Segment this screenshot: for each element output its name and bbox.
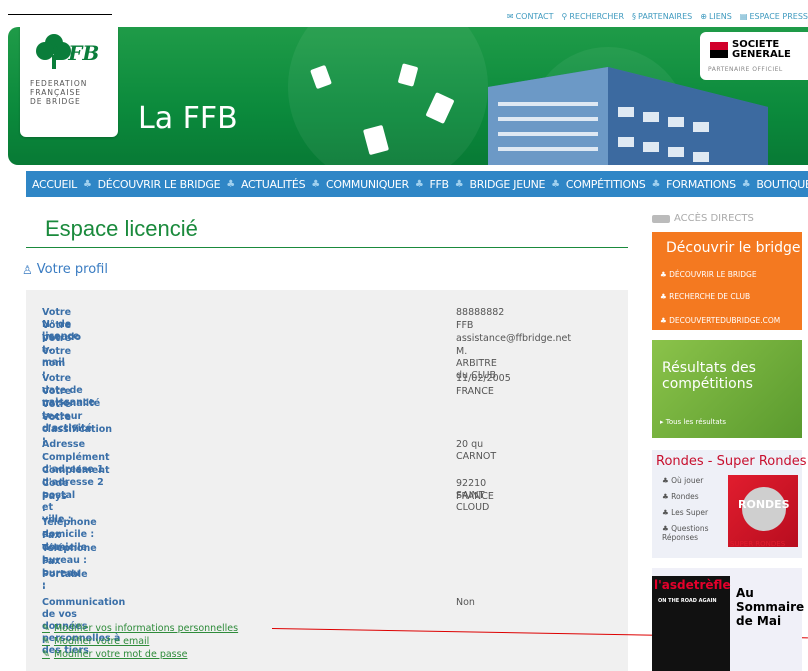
rondes-image [728, 475, 798, 547]
nav-actualites[interactable]: ACTUALITÉS [241, 178, 306, 191]
ffb-logo[interactable]: FFB FEDERATION FRANÇAISE DE BRIDGE [20, 27, 118, 137]
top-links: ✉ CONTACT ⚲ RECHERCHER § PARTENAIRES ⊕ LIENS… [507, 12, 808, 21]
super-rondes-label: SUPER RONDES [730, 540, 786, 548]
magazine-box[interactable]: l'asdetrèfle ON THE ROAD AGAIN Au Sommai… [652, 568, 805, 671]
club-icon: ♣ [226, 178, 235, 190]
resultats-box[interactable]: Résultats des compétitions ▸ Tous les ré… [652, 340, 802, 438]
press-icon: ▤ [739, 12, 748, 21]
top-link-contact[interactable]: ✉ CONTACT [507, 12, 554, 21]
club-icon: ♣ [82, 178, 92, 190]
nav-bridge-jeune[interactable]: BRIDGE JEUNE [469, 178, 545, 191]
sponsor-subtitle: PARTENAIRE OFFICIEL [708, 66, 783, 73]
section-heading: ♙ Votre profil [22, 262, 108, 277]
main-nav: ACCUEIL ♣ DÉCOUVRIR LE BRIDGE ♣ ACTUALITÉS… [26, 171, 808, 197]
rondes-link[interactable]: ♣ Rondes [662, 492, 699, 501]
top-link-partners[interactable]: § PARTENAIRES [632, 12, 692, 21]
top-link-search[interactable]: ⚲ RECHERCHER [562, 12, 625, 21]
nav-communiquer[interactable]: COMMUNIQUER [326, 178, 409, 191]
top-link-links[interactable]: ⊕ LIENS [700, 12, 732, 21]
header-banner: SOCIETE GENERALE PARTENAIRE OFFICIEL FFB … [8, 27, 808, 165]
partner-icon: § [632, 12, 637, 21]
club-icon: ♣ [651, 178, 661, 190]
rondes-logo: RONDES [738, 498, 790, 511]
nav-boutique[interactable]: BOUTIQUE [756, 178, 808, 191]
sponsor-logo[interactable]: SOCIETE GENERALE PARTENAIRE OFFICIEL [700, 32, 808, 80]
links-icon: ⊕ [700, 12, 707, 21]
decouvrir-box[interactable]: Découvrir le bridge ♣ DÉCOUVRIR LE BRIDG… [652, 232, 802, 330]
rondes-box[interactable]: Rondes - Super Rondes ♣ Où jouer ♣ Ronde… [652, 450, 807, 558]
nav-competitions[interactable]: COMPÉTITIONS [566, 178, 646, 191]
nav-decouvrir[interactable]: DÉCOUVRIR LE BRIDGE [98, 178, 221, 191]
top-link-press[interactable]: ▤ ESPACE PRESS [740, 12, 808, 21]
nav-accueil[interactable]: ACCUEIL [32, 178, 77, 191]
magazine-logo: l'asdetrèfle [654, 578, 731, 592]
mail-icon: ✉ [506, 12, 514, 21]
magazine-cover-text: ON THE ROAD AGAIN [658, 598, 717, 604]
nav-formations[interactable]: FORMATIONS [666, 178, 736, 191]
edit-icon: ✎ [42, 623, 50, 634]
rondes-link[interactable]: ♣ Les Super [662, 508, 708, 517]
magazine-headline: Au Sommaire de Mai [736, 586, 805, 628]
decouvrir-link[interactable]: ♣ DÉCOUVRIR LE BRIDGE [660, 270, 757, 279]
banner-title: La FFB [138, 101, 238, 136]
club-icon: ♣ [454, 178, 464, 190]
rondes-link[interactable]: ♣ Où jouer [662, 476, 703, 485]
title-divider [26, 247, 628, 248]
logo-brand: FFB [54, 41, 100, 65]
club-icon: ♣ [311, 178, 320, 190]
edit-email-link[interactable]: ✎ Modifier votre email [42, 636, 149, 647]
edit-icon: ✎ [42, 636, 50, 647]
club-icon: ♣ [741, 178, 751, 190]
nav-ffb[interactable]: FFB [429, 178, 449, 191]
search-icon: ⚲ [561, 12, 568, 21]
rondes-link[interactable]: ♣ Questions Réponses [662, 524, 724, 542]
banner-decor [288, 27, 488, 165]
acces-directs-heading: ACCÈS DIRECTS [652, 213, 754, 224]
building-image [488, 67, 768, 165]
edit-info-link[interactable]: ✎ Modifier vos informations personnelles [42, 623, 238, 634]
sponsor-mark-icon [710, 42, 728, 58]
logo-name: FEDERATION FRANÇAISE DE BRIDGE [30, 79, 88, 106]
club-icon: ♣ [551, 178, 560, 190]
tous-resultats-link[interactable]: ▸ Tous les résultats [660, 418, 726, 426]
edit-icon: ✎ [42, 649, 50, 660]
club-icon: ♣ [414, 178, 424, 190]
sponsor-name: SOCIETE GENERALE [732, 39, 791, 60]
top-rule [8, 14, 112, 15]
page-title: Espace licencié [45, 216, 198, 241]
edit-password-link[interactable]: ✎ Modifier votre mot de passe [42, 649, 187, 660]
recherche-club-link[interactable]: ♣ RECHERCHE DE CLUB [660, 292, 750, 301]
person-icon: ♙ [22, 262, 33, 277]
tag-icon [652, 214, 670, 223]
decouverte-site-link[interactable]: ♣ DECOUVERTEDUBRIDGE.COM [660, 316, 780, 325]
